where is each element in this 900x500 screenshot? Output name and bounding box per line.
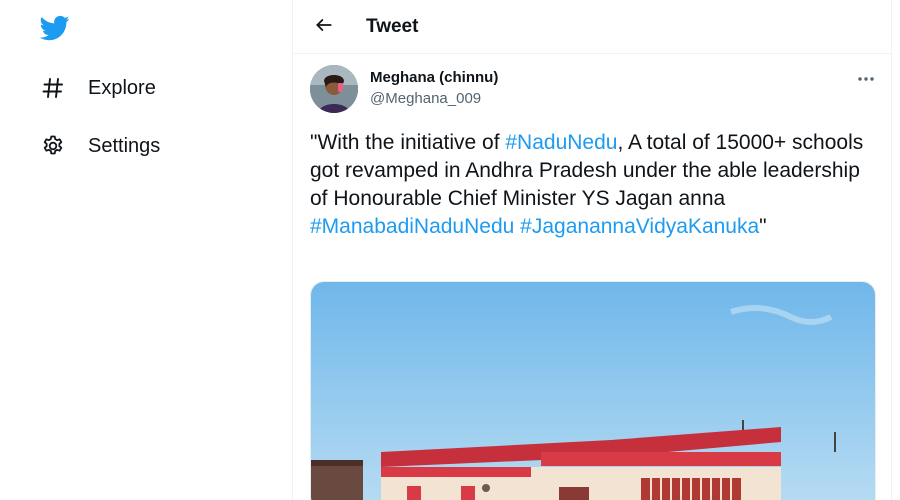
page-title: Tweet xyxy=(366,16,419,37)
sidebar-item-label: Explore xyxy=(88,76,156,99)
tweet-text-segment: "With the initiative of xyxy=(310,131,506,154)
hashtag-link[interactable]: #JaganannaVidyaKanuka xyxy=(520,215,759,238)
gear-icon xyxy=(40,133,66,159)
sidebar-item-settings[interactable]: Settings xyxy=(40,130,160,162)
page-header: Tweet xyxy=(293,0,893,54)
back-arrow-icon xyxy=(314,15,334,40)
back-button[interactable] xyxy=(309,12,339,42)
sidebar-item-label: Settings xyxy=(88,134,161,157)
author-name[interactable]: Meghana (chinnu) xyxy=(370,69,498,86)
sidebar-item-explore[interactable]: Explore xyxy=(40,72,156,104)
more-icon xyxy=(857,69,875,87)
hashtag-link[interactable]: #NaduNedu xyxy=(505,131,617,154)
tweet-text-segment: " xyxy=(759,215,767,238)
hashtag-link[interactable]: #ManabadiNaduNedu xyxy=(310,215,514,238)
avatar[interactable] xyxy=(310,65,358,113)
tweet-text: "With the initiative of #NaduNedu, A tot… xyxy=(310,129,880,241)
tweet-detail-column: Tweet Meghana (chinnu) @Meghana_009 "Wit… xyxy=(292,0,893,500)
author-handle[interactable]: @Meghana_009 xyxy=(370,90,481,107)
sidebar: Explore Settings xyxy=(0,0,292,500)
more-button[interactable] xyxy=(853,68,879,88)
twitter-bird-icon[interactable] xyxy=(39,13,70,43)
tweet-image[interactable] xyxy=(310,281,876,500)
hashtag-icon xyxy=(40,75,66,101)
